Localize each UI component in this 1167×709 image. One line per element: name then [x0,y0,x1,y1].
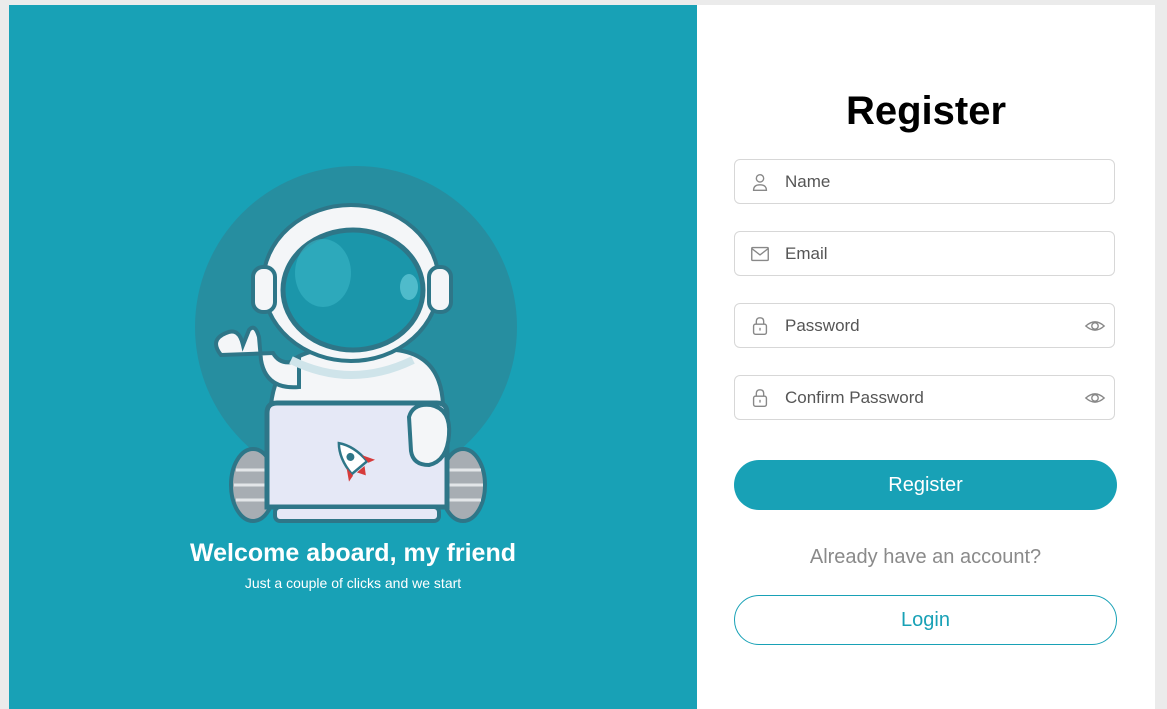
welcome-heading: Welcome aboard, my friend [189,539,516,567]
already-account-text: Already have an account? [809,546,1042,568]
register-card: Welcome aboard, my friend Just a couple … [9,5,1155,709]
welcome-subtitle: Just a couple of clicks and we start [244,575,462,591]
password-field[interactable] [734,303,1115,348]
page-title: Register [845,89,1007,133]
confirm-password-input[interactable] [785,376,1074,419]
lock-icon [752,389,768,407]
confirm-password-field[interactable] [734,375,1115,420]
register-button[interactable]: Register [734,460,1117,510]
astronaut-illustration [195,166,517,523]
password-input[interactable] [785,304,1074,347]
hero-panel: Welcome aboard, my friend Just a couple … [9,5,697,709]
login-button[interactable]: Login [734,595,1117,645]
eye-icon[interactable] [1084,315,1106,337]
name-field[interactable] [734,159,1115,204]
user-icon [752,173,768,191]
eye-icon[interactable] [1084,387,1106,409]
name-input[interactable] [785,160,1074,203]
form-panel: Register Name Email Register Already hav… [697,5,1155,709]
mail-icon [751,246,769,262]
email-field[interactable] [734,231,1115,276]
lock-icon [752,317,768,335]
email-input[interactable] [785,232,1074,275]
